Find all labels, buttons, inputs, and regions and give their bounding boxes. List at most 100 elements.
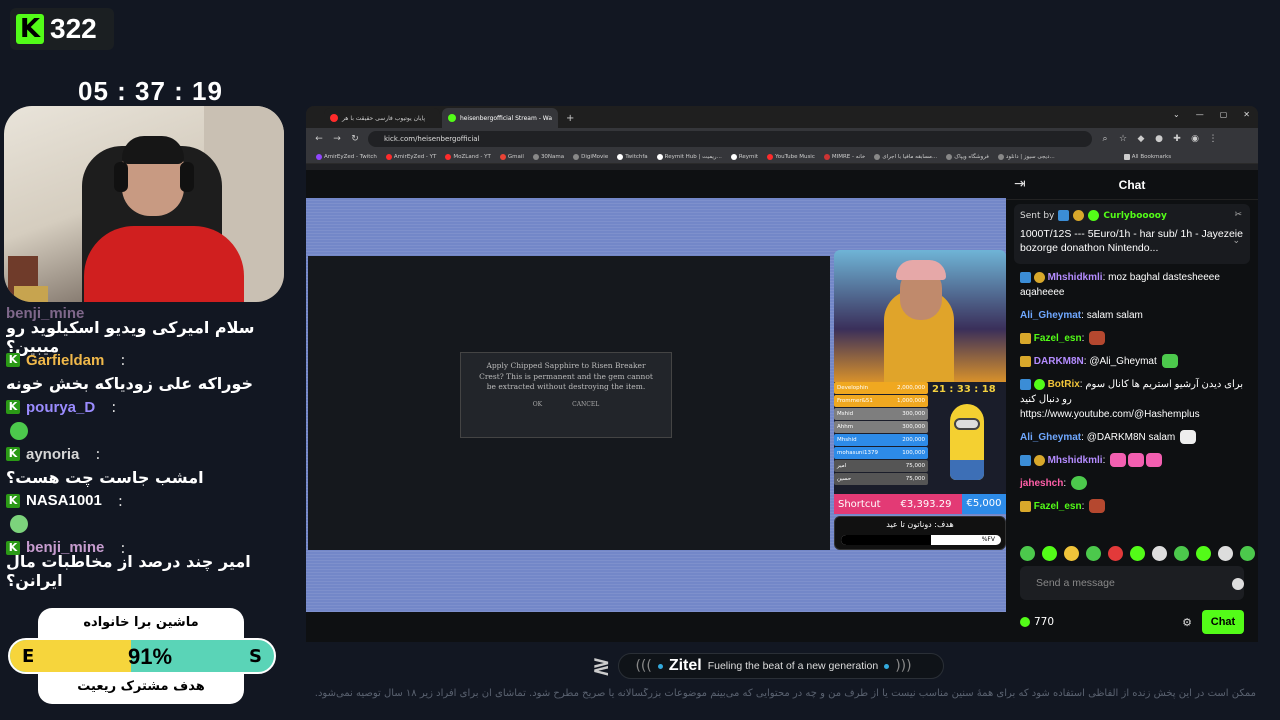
emote-icon[interactable] — [1086, 546, 1101, 561]
shortcut-goal: €5,000 — [962, 494, 1006, 514]
chat-message: Fazel_esn: — [1020, 499, 1244, 514]
emote-icon[interactable] — [1130, 546, 1145, 561]
chat-input[interactable]: Send a message — [1020, 566, 1244, 600]
chat-footer: 770 ⚙ Chat — [1020, 610, 1244, 634]
goal-percent: 91% — [128, 644, 173, 669]
bookmark[interactable]: مسابقه مافیا با اجرای... — [874, 153, 937, 160]
sponsor-pill: ((( Zitel Fueling the beat of a new gene… — [618, 653, 945, 679]
collapse-chat-icon[interactable]: ⇥ — [1014, 176, 1026, 192]
emote-icon[interactable] — [1108, 546, 1123, 561]
bookmark[interactable]: Twitchfa — [617, 153, 648, 160]
chat-username[interactable]: Mhshidkmli — [1048, 272, 1103, 283]
donation-goal-bar: %FV — [841, 535, 1001, 545]
emote-icon[interactable] — [1064, 546, 1079, 561]
emote-icon[interactable] — [1218, 546, 1233, 561]
chevron-down-icon[interactable]: ⌄ — [1173, 110, 1180, 119]
emote-icon[interactable] — [1196, 546, 1211, 561]
youtube-icon — [330, 114, 338, 122]
emote-icon[interactable] — [1152, 546, 1167, 561]
bookmark[interactable]: MIMRE - خانه — [823, 153, 865, 160]
bookmark[interactable]: Reymit — [730, 153, 758, 160]
chat-messages: Mhshidkmli: moz baghal dastesheeee aqahe… — [1006, 264, 1258, 514]
kick-badge-icon: K — [6, 447, 20, 462]
star-icon[interactable]: ☆ — [1118, 134, 1128, 144]
chat-username[interactable]: Fazel_esn — [1034, 333, 1082, 344]
chat-username[interactable]: Ali_Gheymat — [1020, 432, 1081, 443]
chat-message: jaheshch: — [1020, 476, 1244, 491]
leaderboard-row: mohasuni1379 100,000 — [834, 447, 928, 459]
pinned-message[interactable]: Sent by Curlybooooy 1000T/12S --- 5Euro/… — [1014, 204, 1250, 264]
reload-icon[interactable]: ↻ — [350, 134, 360, 144]
gear-icon[interactable]: ⚙ — [1182, 616, 1192, 629]
emote-icon[interactable] — [1174, 546, 1189, 561]
game-dialog: Apply Chipped Sapphire to Risen Breaker … — [460, 352, 672, 438]
forward-icon[interactable]: → — [332, 134, 342, 144]
zoom-icon[interactable]: ⌕ — [1100, 134, 1110, 144]
stream-timer: 05 : 37 : 19 — [78, 76, 223, 106]
puzzle-icon[interactable]: ✚ — [1172, 134, 1182, 144]
pinned-user[interactable]: Curlybooooy — [1103, 211, 1166, 221]
leaderboard-name: Frommer&51 — [837, 398, 873, 404]
tab-kick[interactable]: heisenbergofficial Stream - Wa — [442, 108, 558, 128]
leaderboard-row: Mhshid 200,000 — [834, 434, 928, 446]
emoji-picker-icon[interactable] — [1232, 578, 1244, 590]
back-icon[interactable]: ← — [314, 134, 324, 144]
content-disclaimer: ممکن است در این پخش زنده از الفاظی استفا… — [314, 688, 1256, 699]
minimize-icon[interactable]: — — [1196, 110, 1204, 119]
chat-header: ⇥ Chat — [1006, 170, 1258, 200]
bookmark[interactable]: DigiMovie — [573, 153, 608, 160]
points-icon — [1020, 617, 1030, 627]
channel-points[interactable]: 770 — [1020, 616, 1054, 628]
bookmark[interactable]: AmirEyZed - Twitch — [316, 153, 377, 160]
chat-username[interactable]: DARKM8N — [1034, 356, 1084, 367]
chat-username[interactable]: jaheshch — [1020, 478, 1063, 489]
overlay-chat-message — [6, 513, 288, 536]
leaderboard-name: Mshid — [837, 411, 854, 417]
emote-icon[interactable] — [1042, 546, 1057, 561]
emote-icon[interactable] — [1240, 546, 1255, 561]
shortcut-value: €3,393.29 — [900, 498, 952, 510]
emote-icon — [1128, 453, 1145, 468]
extension-icon[interactable]: ◆ — [1136, 134, 1146, 144]
close-icon[interactable]: ✕ — [1243, 110, 1250, 119]
chat-username[interactable]: Mhshidkmli — [1048, 455, 1103, 466]
pinned-text: 1000T/12S --- 5Euro/1h - har sub/ 1h - J… — [1020, 228, 1243, 255]
kick-icon — [448, 114, 456, 122]
all-bookmarks[interactable]: All Bookmarks — [1123, 153, 1171, 160]
new-tab-button[interactable]: + — [560, 110, 580, 128]
profile-icon[interactable]: ◉ — [1190, 134, 1200, 144]
overlay-chat-user: K NASA1001: — [6, 489, 288, 512]
bookmark[interactable]: YouTube Music — [767, 153, 815, 160]
video-player[interactable]: Apply Chipped Sapphire to Risen Breaker … — [306, 198, 1006, 612]
unpin-icon[interactable]: ✂ — [1234, 210, 1242, 220]
emote-icon[interactable] — [1020, 546, 1035, 561]
bookmark[interactable]: دیجی سیوز | دانلود... — [997, 153, 1055, 160]
emote-icon — [1161, 354, 1178, 369]
menu-icon[interactable]: ⋮ — [1208, 134, 1218, 144]
overlay-chat-username: pourya_D — [26, 398, 96, 416]
url-field[interactable]: kick.com/heisenbergofficial — [368, 131, 1092, 147]
bookmark[interactable]: Reymit Hub | ریمیت... — [656, 153, 722, 160]
bookmark[interactable]: Gmail — [499, 153, 524, 160]
extension-icon[interactable]: ● — [1154, 134, 1164, 144]
chat-username[interactable]: Ali_Gheymat — [1020, 310, 1081, 321]
chevron-down-icon[interactable]: ⌄ — [1232, 236, 1240, 246]
emote-icon — [1146, 453, 1163, 468]
send-chat-button[interactable]: Chat — [1202, 610, 1244, 634]
overlay-chat-text: امیر چند درصد از مخاطبات مال ایرانن؟ — [6, 552, 251, 590]
bookmark[interactable]: MoZLand - YT — [445, 153, 491, 160]
bookmark[interactable]: 30Nama — [532, 153, 564, 160]
address-bar: ← → ↻ kick.com/heisenbergofficial ⌕ ☆ ◆ … — [306, 128, 1258, 150]
bookmark[interactable]: AmirEyZed - YT — [385, 153, 436, 160]
chat-username[interactable]: BotRix — [1048, 379, 1080, 390]
pinned-by-label: Sent by — [1020, 210, 1055, 221]
leaderboard-value: 300,000 — [902, 411, 925, 417]
leaderboard-value: 75,000 — [905, 476, 925, 482]
chat-username[interactable]: Fazel_esn — [1034, 501, 1082, 512]
overlay-chat-username: Garfieldam — [26, 351, 105, 369]
donation-goal-percent: %FV — [981, 536, 995, 543]
bookmark[interactable]: فروشگاه ویپاک — [946, 153, 989, 160]
maximize-icon[interactable]: ▢ — [1220, 110, 1228, 119]
tab-youtube[interactable]: پایان یوتیوب فارسی حقیقت با هر — [324, 108, 440, 128]
badge-icon — [1033, 271, 1045, 283]
